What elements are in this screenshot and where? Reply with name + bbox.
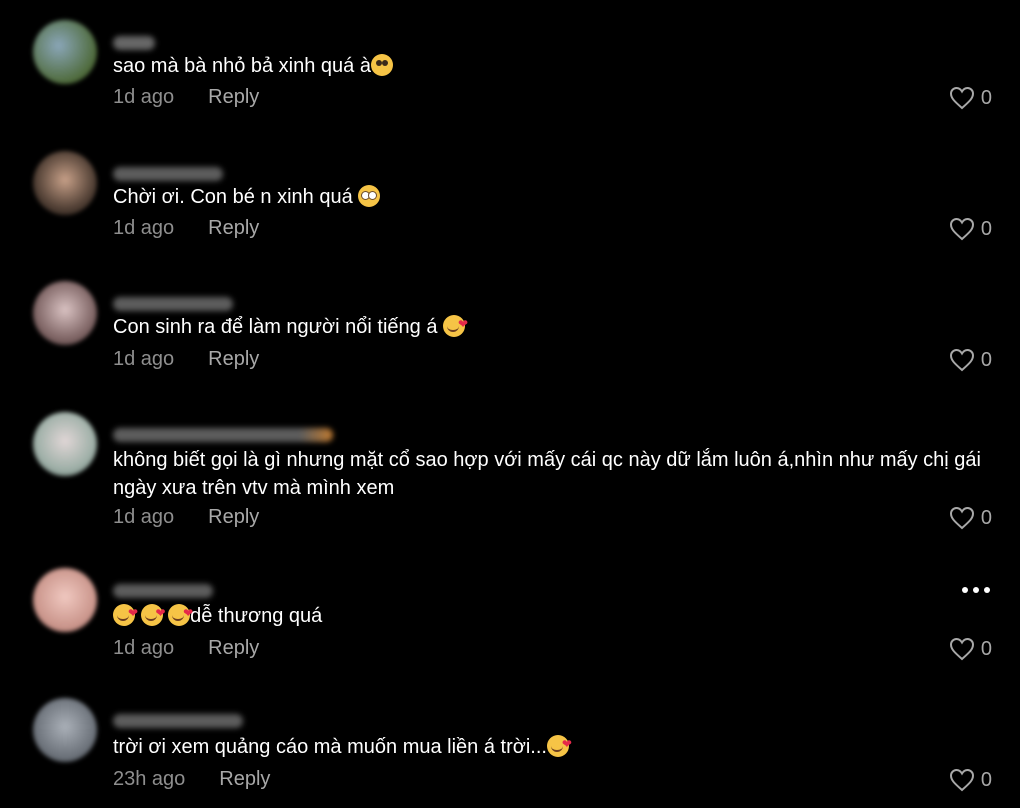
like-count: 0: [980, 637, 992, 660]
comment-meta: 1d ago Reply: [113, 217, 259, 240]
heart-icon[interactable]: [949, 768, 975, 792]
reply-button[interactable]: Reply: [208, 86, 259, 109]
username-blurred[interactable]: [113, 167, 223, 181]
comment-time: 1d ago: [113, 506, 175, 528]
reply-button[interactable]: Reply: [208, 217, 259, 240]
comment-time: 1d ago: [113, 217, 175, 239]
avatar[interactable]: [33, 568, 97, 632]
like-count: 0: [980, 506, 992, 529]
like-count: 0: [980, 348, 992, 371]
smiling-hearts-emoji: [113, 599, 138, 627]
like-button[interactable]: 0: [949, 768, 992, 792]
heart-icon[interactable]: [949, 637, 975, 661]
comment-time: 1d ago: [113, 348, 175, 370]
like-count: 0: [980, 768, 992, 791]
avatar[interactable]: [33, 412, 97, 476]
avatar[interactable]: [33, 20, 97, 84]
heart-icon[interactable]: [949, 506, 975, 530]
comment-meta: 1d ago Reply: [113, 348, 259, 371]
like-button[interactable]: 0: [949, 86, 992, 110]
username-blurred[interactable]: [113, 584, 213, 598]
comment-text: sao mà bà nhỏ bả xinh quá à: [113, 52, 993, 80]
comment-meta: 23h ago Reply: [113, 768, 270, 791]
comment-text: Con sinh ra để làm người nổi tiếng á: [113, 310, 993, 341]
like-button[interactable]: 0: [949, 348, 992, 372]
smiling-hearts-emoji: [140, 599, 166, 627]
comment-text: Chời ơi. Con bé n xinh quá: [113, 183, 993, 211]
username-blurred[interactable]: [113, 297, 233, 311]
username-blurred[interactable]: [113, 36, 155, 50]
like-button[interactable]: 0: [949, 637, 992, 661]
like-button[interactable]: 0: [949, 217, 992, 241]
smiling-hearts-emoji: [443, 310, 468, 338]
reply-button[interactable]: Reply: [208, 348, 259, 371]
like-button[interactable]: 0: [949, 506, 992, 530]
shy-face-emoji: [370, 54, 393, 76]
reply-button[interactable]: Reply: [208, 637, 259, 660]
comment-text: không biết gọi là gì nhưng mặt cổ sao hợ…: [113, 449, 987, 499]
reply-button[interactable]: Reply: [208, 506, 259, 529]
avatar[interactable]: [33, 698, 97, 762]
comment-time: 1d ago: [113, 86, 175, 108]
comment-meta: 1d ago Reply: [113, 506, 259, 529]
smiling-hearts-emoji: [546, 730, 572, 758]
heart-icon[interactable]: [949, 348, 975, 372]
comment-time: 1d ago: [113, 637, 175, 659]
comment-text: dễ thương quá: [113, 599, 993, 630]
like-count: 0: [980, 217, 992, 240]
comment-meta: 1d ago Reply: [113, 86, 259, 109]
reply-button[interactable]: Reply: [219, 768, 270, 791]
comment-time: 23h ago: [113, 768, 186, 790]
heart-icon[interactable]: [949, 86, 975, 110]
heart-icon[interactable]: [949, 217, 975, 241]
username-blurred[interactable]: [113, 714, 243, 728]
comment-text: trời ơi xem quảng cáo mà muốn mua liền á…: [113, 730, 993, 761]
like-count: 0: [980, 86, 992, 109]
flushed-face-emoji: [358, 185, 381, 207]
smiling-hearts-emoji: [168, 599, 193, 627]
comment-meta: 1d ago Reply: [113, 637, 259, 660]
more-options-icon[interactable]: [962, 587, 990, 593]
username-blurred[interactable]: [113, 428, 333, 442]
avatar[interactable]: [33, 281, 97, 345]
avatar[interactable]: [33, 151, 97, 215]
